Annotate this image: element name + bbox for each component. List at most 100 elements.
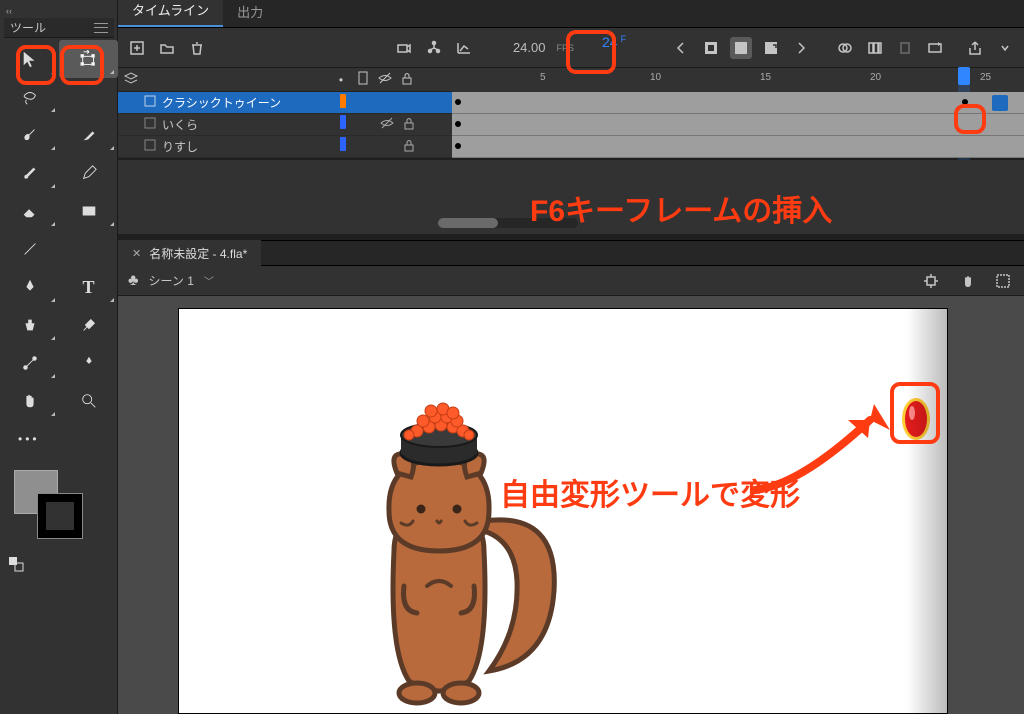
layer-name[interactable]: りすし <box>162 138 332 155</box>
collapse-panel-icon[interactable]: ‹‹ <box>6 6 12 16</box>
tab-timeline[interactable]: タイムライン <box>118 0 223 27</box>
document-tab[interactable]: ✕ 名称未設定 - 4.fla* <box>118 240 261 267</box>
layer-type-icon <box>138 93 162 112</box>
close-tab-icon[interactable]: ✕ <box>132 247 141 260</box>
timeline-frames[interactable] <box>452 92 1024 158</box>
lock-column-icon[interactable] <box>396 70 418 89</box>
document-filename: 名称未設定 - 4.fla* <box>149 245 247 262</box>
layers-icon[interactable] <box>118 70 144 89</box>
onion-skin-icon[interactable] <box>834 37 856 59</box>
rectangle-tool[interactable] <box>59 192 118 230</box>
text-tool[interactable]: T <box>59 268 118 306</box>
timeline-toolbar: 24.00 FPS 24 F A <box>118 28 1024 68</box>
ink-bottle-tool[interactable] <box>0 306 59 344</box>
fps-value[interactable]: 24.00 <box>513 40 546 55</box>
fluid-brush-tool[interactable] <box>0 116 59 154</box>
layer-visibility[interactable] <box>376 94 398 111</box>
ruler-tick: 5 <box>540 72 546 83</box>
lasso-tool[interactable] <box>0 78 59 116</box>
camera-icon[interactable] <box>393 37 415 59</box>
pen-tool[interactable] <box>0 268 59 306</box>
tools-grid: T ••• <box>0 40 118 458</box>
tools-panel-title: ツール <box>10 19 46 36</box>
scene-dropdown-icon[interactable]: ﹀ <box>204 273 214 288</box>
ruler-tick: 10 <box>650 72 661 83</box>
canvas-art-squirrel[interactable] <box>309 401 569 711</box>
stroke-color-swatch[interactable] <box>38 494 82 538</box>
export-icon[interactable] <box>964 37 986 59</box>
scene-name[interactable]: シーン 1 <box>149 272 194 289</box>
tab-output[interactable]: 出力 <box>223 0 277 27</box>
new-folder-icon[interactable] <box>156 37 178 59</box>
highlight-column-icon[interactable]: • <box>330 73 352 87</box>
loop-icon[interactable] <box>924 37 946 59</box>
frames-row[interactable] <box>452 114 1024 136</box>
prev-frame-icon[interactable] <box>670 37 692 59</box>
layer-visibility[interactable] <box>376 115 398 134</box>
blank-keyframe-icon[interactable] <box>760 37 782 59</box>
eyedropper-tool[interactable] <box>59 306 118 344</box>
selection-tool[interactable] <box>0 40 59 78</box>
layer-visibility[interactable] <box>376 137 398 156</box>
free-transform-tool[interactable] <box>59 40 118 78</box>
layer-color[interactable] <box>332 94 354 111</box>
svg-text:A: A <box>738 44 744 53</box>
marker-icon[interactable] <box>894 37 916 59</box>
tools-panel-header: ツール <box>4 18 114 38</box>
paint-brush-tool[interactable] <box>0 154 59 192</box>
outline-column-icon[interactable] <box>352 70 374 89</box>
stage-rotate-icon[interactable] <box>956 270 978 292</box>
stage-center-icon[interactable] <box>920 270 942 292</box>
keyframe-mode-icon[interactable]: A <box>730 37 752 59</box>
stage-canvas[interactable] <box>178 308 948 714</box>
ruler-tick: 20 <box>870 72 881 83</box>
layer-lock[interactable] <box>398 115 420 134</box>
stage-viewport[interactable] <box>118 296 1024 714</box>
stop-icon[interactable] <box>700 37 722 59</box>
timeline-scrollbar[interactable] <box>438 218 578 228</box>
layer-type-icon <box>138 115 162 134</box>
scene-home-icon[interactable]: ♣ <box>128 272 139 290</box>
hand-tool[interactable] <box>0 382 59 420</box>
current-frame-display[interactable]: 24 F <box>598 30 638 66</box>
line-tool[interactable] <box>0 230 59 268</box>
layer-name[interactable]: クラシックトゥイーン <box>162 94 332 111</box>
pencil-tool[interactable] <box>59 154 118 192</box>
panel-menu-icon[interactable] <box>94 23 108 33</box>
bone-tool[interactable] <box>0 344 59 382</box>
document-tabs: ✕ 名称未設定 - 4.fla* <box>118 240 1024 266</box>
layer-type-icon <box>138 137 162 156</box>
canvas-art-red-bean[interactable] <box>899 395 933 443</box>
visibility-column-icon[interactable] <box>374 70 396 89</box>
frames-row[interactable] <box>452 136 1024 158</box>
next-frame-icon[interactable] <box>790 37 812 59</box>
layer-lock[interactable] <box>398 94 420 111</box>
stage-clip-icon[interactable] <box>992 270 1014 292</box>
classic-brush-tool[interactable] <box>59 116 118 154</box>
layer-outline[interactable] <box>354 137 376 156</box>
frames-row[interactable] <box>452 92 1024 114</box>
timeline-bottom <box>118 160 1024 234</box>
stage-edge-shadow <box>907 309 947 714</box>
zoom-tool[interactable] <box>59 382 118 420</box>
edit-multiple-icon[interactable] <box>864 37 886 59</box>
timeline-menu-icon[interactable] <box>994 37 1016 59</box>
layer-lock[interactable] <box>398 137 420 156</box>
swap-colors-icon[interactable] <box>8 556 24 572</box>
eraser-tool[interactable] <box>0 192 59 230</box>
more-tools-icon[interactable]: ••• <box>0 420 118 458</box>
layer-graph-icon[interactable] <box>423 37 445 59</box>
fps-label: FPS <box>556 43 574 53</box>
delete-icon[interactable] <box>186 37 208 59</box>
layer-color[interactable] <box>332 115 354 134</box>
ruler-tick: 15 <box>760 72 771 83</box>
timeline-ruler[interactable]: 5 10 15 20 25 <box>452 68 1024 92</box>
layer-outline[interactable] <box>354 115 376 134</box>
current-frame-number: 24 <box>602 34 618 50</box>
frame-graph-icon[interactable] <box>453 37 475 59</box>
add-keyframe-icon[interactable] <box>126 37 148 59</box>
pin-tool[interactable] <box>59 344 118 382</box>
layer-outline[interactable] <box>354 94 376 111</box>
layer-name[interactable]: いくら <box>162 116 332 133</box>
layer-color[interactable] <box>332 137 354 156</box>
